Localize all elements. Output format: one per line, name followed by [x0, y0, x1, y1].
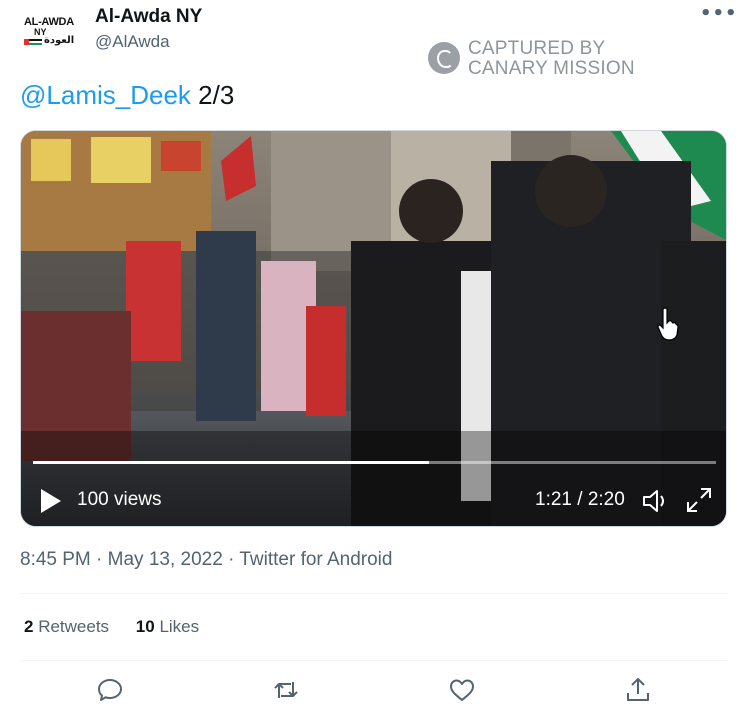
watermark-line-2: CANARY MISSION: [468, 58, 635, 79]
tweet: AL-AWDA NY العودة Al-Awda NY @AlAwda •••…: [0, 0, 755, 724]
reply-icon[interactable]: [96, 676, 124, 704]
display-name[interactable]: Al-Awda NY: [95, 6, 202, 28]
avatar-logo-text: AL-AWDA: [24, 16, 74, 28]
tweet-time[interactable]: 8:45 PM: [20, 549, 91, 570]
volume-icon[interactable]: [641, 488, 669, 514]
more-horizontal-icon: •••: [700, 3, 738, 24]
tweet-date[interactable]: May 13, 2022: [108, 549, 223, 570]
canary-mission-watermark: CAPTURED BY CANARY MISSION: [428, 38, 668, 79]
more-options-button[interactable]: •••: [700, 5, 737, 26]
tweet-meta: 8:45 PM · May 13, 2022 · Twitter for And…: [20, 549, 392, 571]
avatar[interactable]: AL-AWDA NY العودة: [20, 12, 78, 52]
fullscreen-icon[interactable]: [685, 486, 713, 514]
video-frame: [21, 131, 726, 526]
like-icon[interactable]: [448, 676, 476, 704]
video-timecode: 1:21 / 2:20: [535, 489, 625, 510]
play-icon[interactable]: [39, 487, 63, 515]
share-icon[interactable]: [624, 676, 652, 704]
watermark-line-1: CAPTURED BY: [468, 38, 606, 59]
video-player[interactable]: 100 views 1:21 / 2:20: [20, 130, 727, 527]
tweet-body-text: 2/3: [190, 80, 235, 110]
view-count: 100 views: [77, 489, 162, 510]
likes-count: 10: [135, 617, 155, 636]
mention-link[interactable]: @Lamis_Deek: [20, 80, 191, 110]
canary-bird-icon: [428, 42, 460, 74]
user-handle[interactable]: @AlAwda: [95, 32, 170, 52]
retweet-icon[interactable]: [272, 676, 300, 704]
tweet-source[interactable]: Twitter for Android: [239, 549, 392, 570]
action-bar: [20, 670, 727, 710]
engagement-stats: 2 Retweets 10 Likes: [24, 617, 221, 637]
palestinian-flag-icon: [24, 39, 42, 45]
meta-separator: ·: [90, 549, 108, 570]
video-progress-fill: [33, 461, 430, 464]
meta-separator: ·: [222, 549, 240, 570]
divider: [20, 593, 727, 594]
avatar-logo-text: العودة: [44, 35, 75, 46]
hand-cursor-icon: [657, 307, 679, 341]
likes-stat[interactable]: 10 Likes: [136, 617, 199, 637]
video-progress-bar[interactable]: [33, 461, 716, 464]
retweets-label: Retweets: [33, 617, 110, 636]
retweets-stat[interactable]: 2 Retweets: [24, 617, 109, 637]
divider: [20, 660, 727, 661]
likes-label: Likes: [154, 617, 200, 636]
tweet-text: @Lamis_Deek 2/3: [20, 80, 234, 111]
